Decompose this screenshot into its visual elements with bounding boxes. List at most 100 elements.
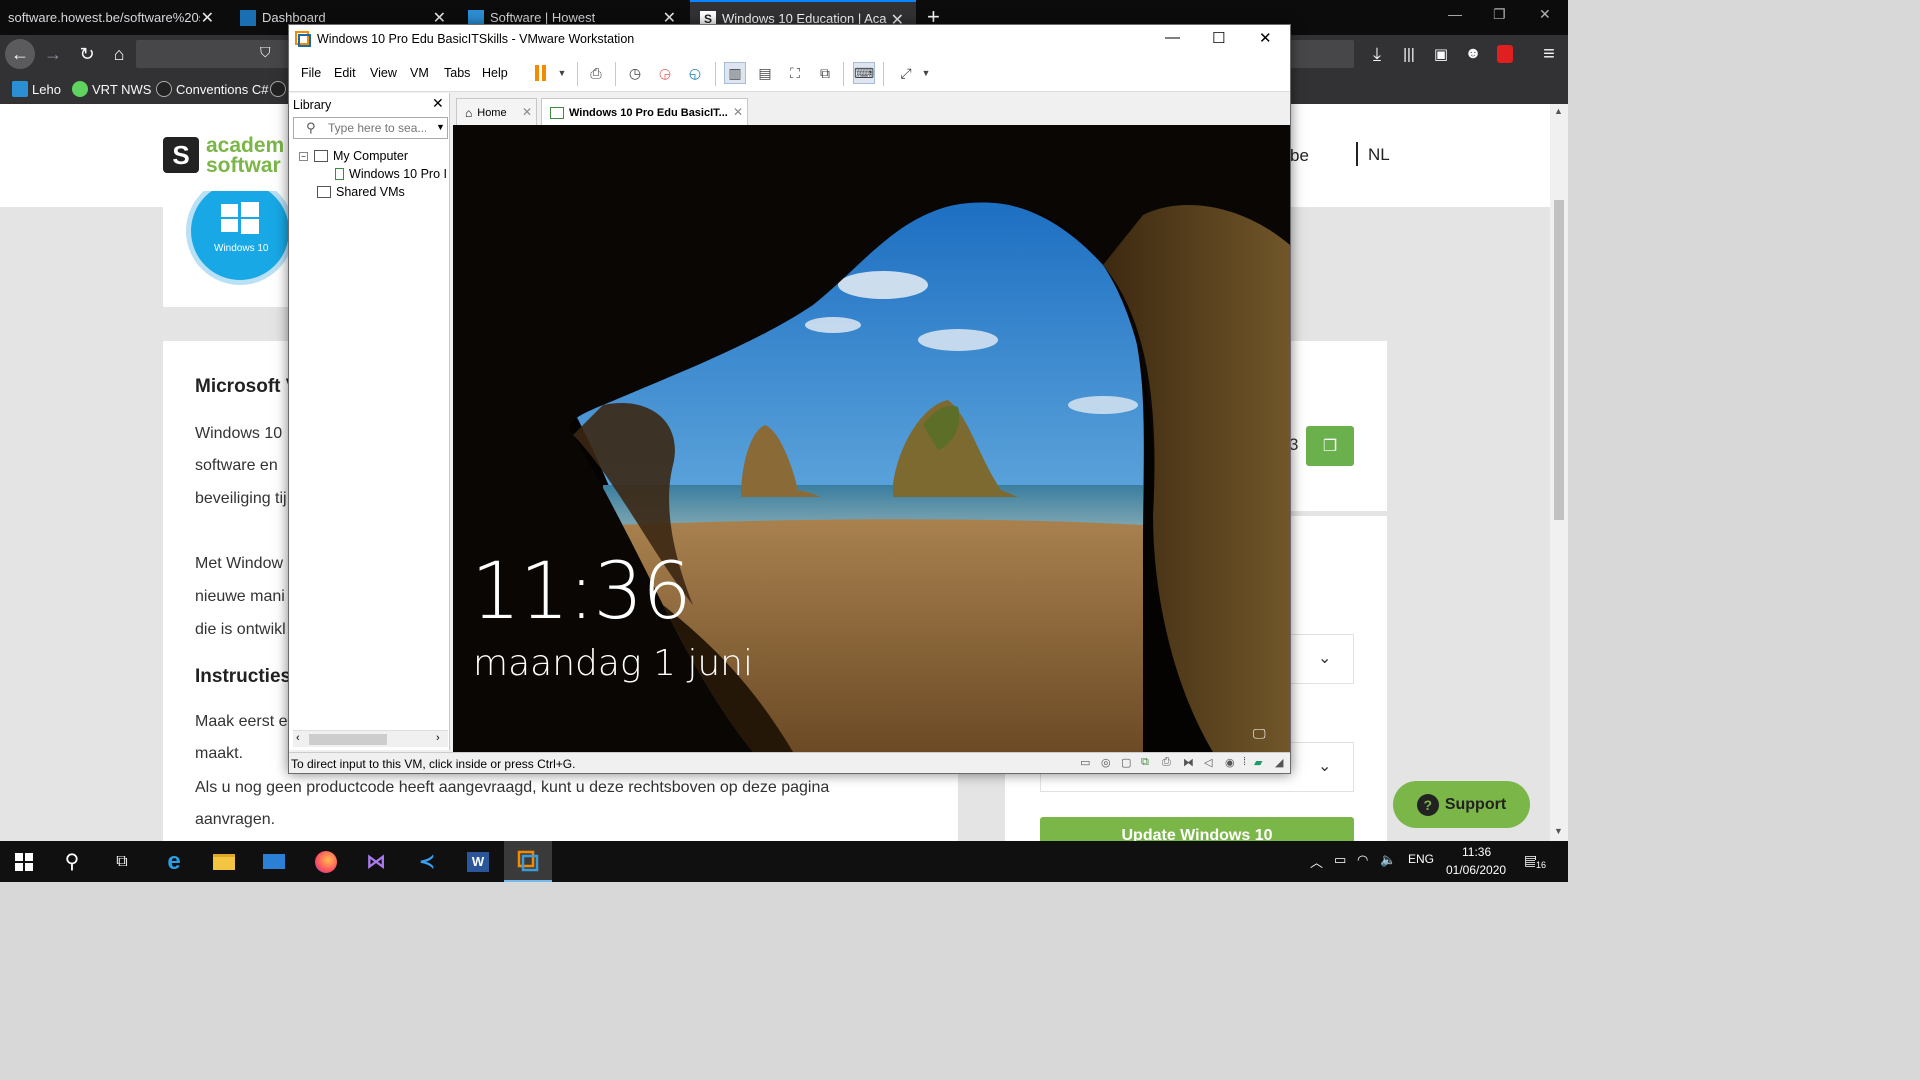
- minimize-icon[interactable]: —: [1448, 6, 1462, 22]
- close-window-icon[interactable]: ✕: [1539, 6, 1551, 23]
- restore-icon[interactable]: ❐: [1493, 6, 1506, 23]
- menu-edit[interactable]: Edit: [334, 66, 356, 80]
- sidebar-icon[interactable]: ▣: [1426, 39, 1456, 69]
- usb-icon[interactable]: ⧓: [1183, 756, 1197, 770]
- reload-icon[interactable]: ↻: [72, 39, 102, 69]
- mail-icon[interactable]: [250, 841, 298, 882]
- academic-software-logo-icon[interactable]: S: [163, 137, 199, 173]
- tab-home[interactable]: ⌂ Home ✕: [456, 98, 537, 126]
- vmware-titlebar[interactable]: Windows 10 Pro Edu BasicITSkills - VMwar…: [289, 25, 1290, 54]
- dropdown-arrow-icon[interactable]: ▼: [915, 62, 937, 84]
- bookmark-leho[interactable]: Leho: [12, 81, 61, 97]
- dropdown-arrow-icon[interactable]: ▼: [551, 62, 573, 84]
- menu-file[interactable]: File: [301, 66, 321, 80]
- snapshot-manager-icon[interactable]: ◵: [684, 62, 706, 84]
- send-ctrl-alt-del-icon[interactable]: ⎙: [585, 62, 607, 84]
- task-view-icon[interactable]: ⧉: [98, 841, 146, 882]
- download-icon[interactable]: ⤓: [1362, 39, 1392, 69]
- thumbnail-bar-icon[interactable]: ▤: [754, 62, 776, 84]
- update-windows-button[interactable]: Update Windows 10: [1040, 817, 1354, 841]
- browser-tab[interactable]: software.howest.be/software%20st ✕: [0, 0, 226, 35]
- edge-icon[interactable]: e: [150, 841, 198, 882]
- revert-snapshot-icon[interactable]: ◶: [654, 62, 676, 84]
- cd-drive-icon[interactable]: ◎: [1101, 756, 1115, 770]
- chevron-down-icon[interactable]: ⌄: [1318, 648, 1331, 668]
- close-icon[interactable]: ✕: [201, 8, 214, 28]
- library-hscrollbar[interactable]: ‹ ›: [293, 730, 448, 747]
- file-explorer-icon[interactable]: [200, 841, 248, 882]
- search-icon[interactable]: ⚲: [48, 841, 96, 882]
- unity-icon[interactable]: ⧉: [814, 62, 836, 84]
- scroll-up-icon[interactable]: ▲: [1554, 106, 1563, 116]
- snapshot-icon[interactable]: ◷: [624, 62, 646, 84]
- display-icon[interactable]: ◉: [1225, 756, 1239, 770]
- scroll-thumb[interactable]: [309, 734, 387, 745]
- word-icon[interactable]: W: [454, 841, 502, 882]
- close-icon[interactable]: ✕: [432, 95, 444, 112]
- clock-date[interactable]: 01/06/2020: [1446, 863, 1506, 877]
- visual-studio-icon[interactable]: ⋈: [352, 841, 400, 882]
- scroll-thumb[interactable]: [1554, 200, 1564, 520]
- tree-item-my-computer[interactable]: − My Computer: [299, 149, 408, 163]
- dropdown-arrow-icon[interactable]: ▼: [436, 122, 445, 132]
- chevron-up-icon[interactable]: ︿: [1310, 852, 1323, 871]
- battery-icon[interactable]: ▭: [1334, 852, 1346, 868]
- stretch-icon[interactable]: ⤢: [895, 62, 917, 84]
- language-partial[interactable]: be: [1290, 146, 1309, 166]
- library-search-input[interactable]: [328, 121, 426, 135]
- clock-time[interactable]: 11:36: [1462, 845, 1491, 859]
- vmware-taskbar-icon[interactable]: [504, 841, 552, 882]
- wifi-icon[interactable]: ◠: [1357, 852, 1368, 868]
- menu-help[interactable]: Help: [482, 66, 508, 80]
- close-icon[interactable]: ✕: [733, 105, 743, 119]
- bookmark-github[interactable]: [270, 81, 290, 97]
- language-selector[interactable]: NL: [1368, 145, 1390, 165]
- tree-item-shared-vms[interactable]: Shared VMs: [317, 185, 405, 199]
- chevron-down-icon[interactable]: ⌄: [1318, 756, 1331, 776]
- firefox-icon[interactable]: [302, 841, 350, 882]
- maximize-icon[interactable]: ☐: [1212, 29, 1225, 47]
- volume-icon[interactable]: 🔈: [1380, 852, 1396, 868]
- copy-button[interactable]: ❐: [1306, 426, 1354, 466]
- close-icon[interactable]: ✕: [522, 105, 532, 119]
- menu-tabs[interactable]: Tabs: [444, 66, 470, 80]
- close-icon[interactable]: ✕: [1259, 29, 1272, 47]
- scroll-down-icon[interactable]: ▼: [1554, 826, 1563, 836]
- back-arrow-icon[interactable]: ←: [5, 39, 35, 69]
- page-scrollbar[interactable]: ▲ ▼: [1550, 104, 1568, 841]
- pause-icon[interactable]: [529, 62, 551, 84]
- ublock-icon[interactable]: [1490, 39, 1520, 69]
- home-icon[interactable]: ⌂: [104, 39, 134, 69]
- library-search[interactable]: ⚲ ▼: [293, 117, 448, 139]
- vscode-icon[interactable]: ≺: [403, 841, 451, 882]
- menu-view[interactable]: View: [370, 66, 397, 80]
- fullscreen-icon[interactable]: ⛶: [784, 62, 806, 84]
- bookmark-conventions[interactable]: Conventions C#: [156, 81, 269, 97]
- network-icon[interactable]: 🖵: [1253, 726, 1266, 742]
- minimize-icon[interactable]: —: [1165, 29, 1180, 46]
- network-adapter-icon[interactable]: ⧉: [1141, 756, 1155, 770]
- tree-item-vm[interactable]: Windows 10 Pro I: [335, 167, 447, 181]
- floppy-icon[interactable]: ▢: [1121, 756, 1135, 770]
- vm-console-screen[interactable]: 11:36 maandag 1 juni 🖵: [453, 125, 1290, 752]
- resize-grip-icon[interactable]: ◢: [1275, 756, 1289, 770]
- scroll-left-icon[interactable]: ‹: [296, 732, 300, 744]
- shield-icon[interactable]: ⛉: [260, 44, 271, 61]
- vmware-window[interactable]: Windows 10 Pro Edu BasicITSkills - VMwar…: [288, 24, 1291, 774]
- collapse-icon[interactable]: −: [299, 151, 308, 161]
- tab-vm[interactable]: Windows 10 Pro Edu BasicIT... ✕: [541, 98, 748, 126]
- message-icon[interactable]: ▰: [1254, 756, 1268, 770]
- speaker-icon[interactable]: ◁: [1204, 756, 1218, 770]
- scroll-right-icon[interactable]: ›: [436, 732, 440, 744]
- console-view-icon[interactable]: ⌨: [853, 62, 875, 84]
- bookmark-vrt-nws[interactable]: VRT NWS: [72, 81, 151, 97]
- forward-arrow-icon[interactable]: →: [38, 39, 68, 69]
- account-icon[interactable]: ☻: [1458, 39, 1488, 69]
- language-indicator[interactable]: ENG: [1408, 852, 1434, 866]
- hard-disk-icon[interactable]: ▭: [1080, 756, 1094, 770]
- start-button[interactable]: [0, 841, 48, 882]
- action-center-button[interactable]: ▤ 16: [1524, 850, 1548, 872]
- menu-icon[interactable]: ≡: [1534, 39, 1564, 69]
- support-button[interactable]: ? Support: [1393, 781, 1530, 828]
- printer-icon[interactable]: ⎙: [1162, 756, 1176, 770]
